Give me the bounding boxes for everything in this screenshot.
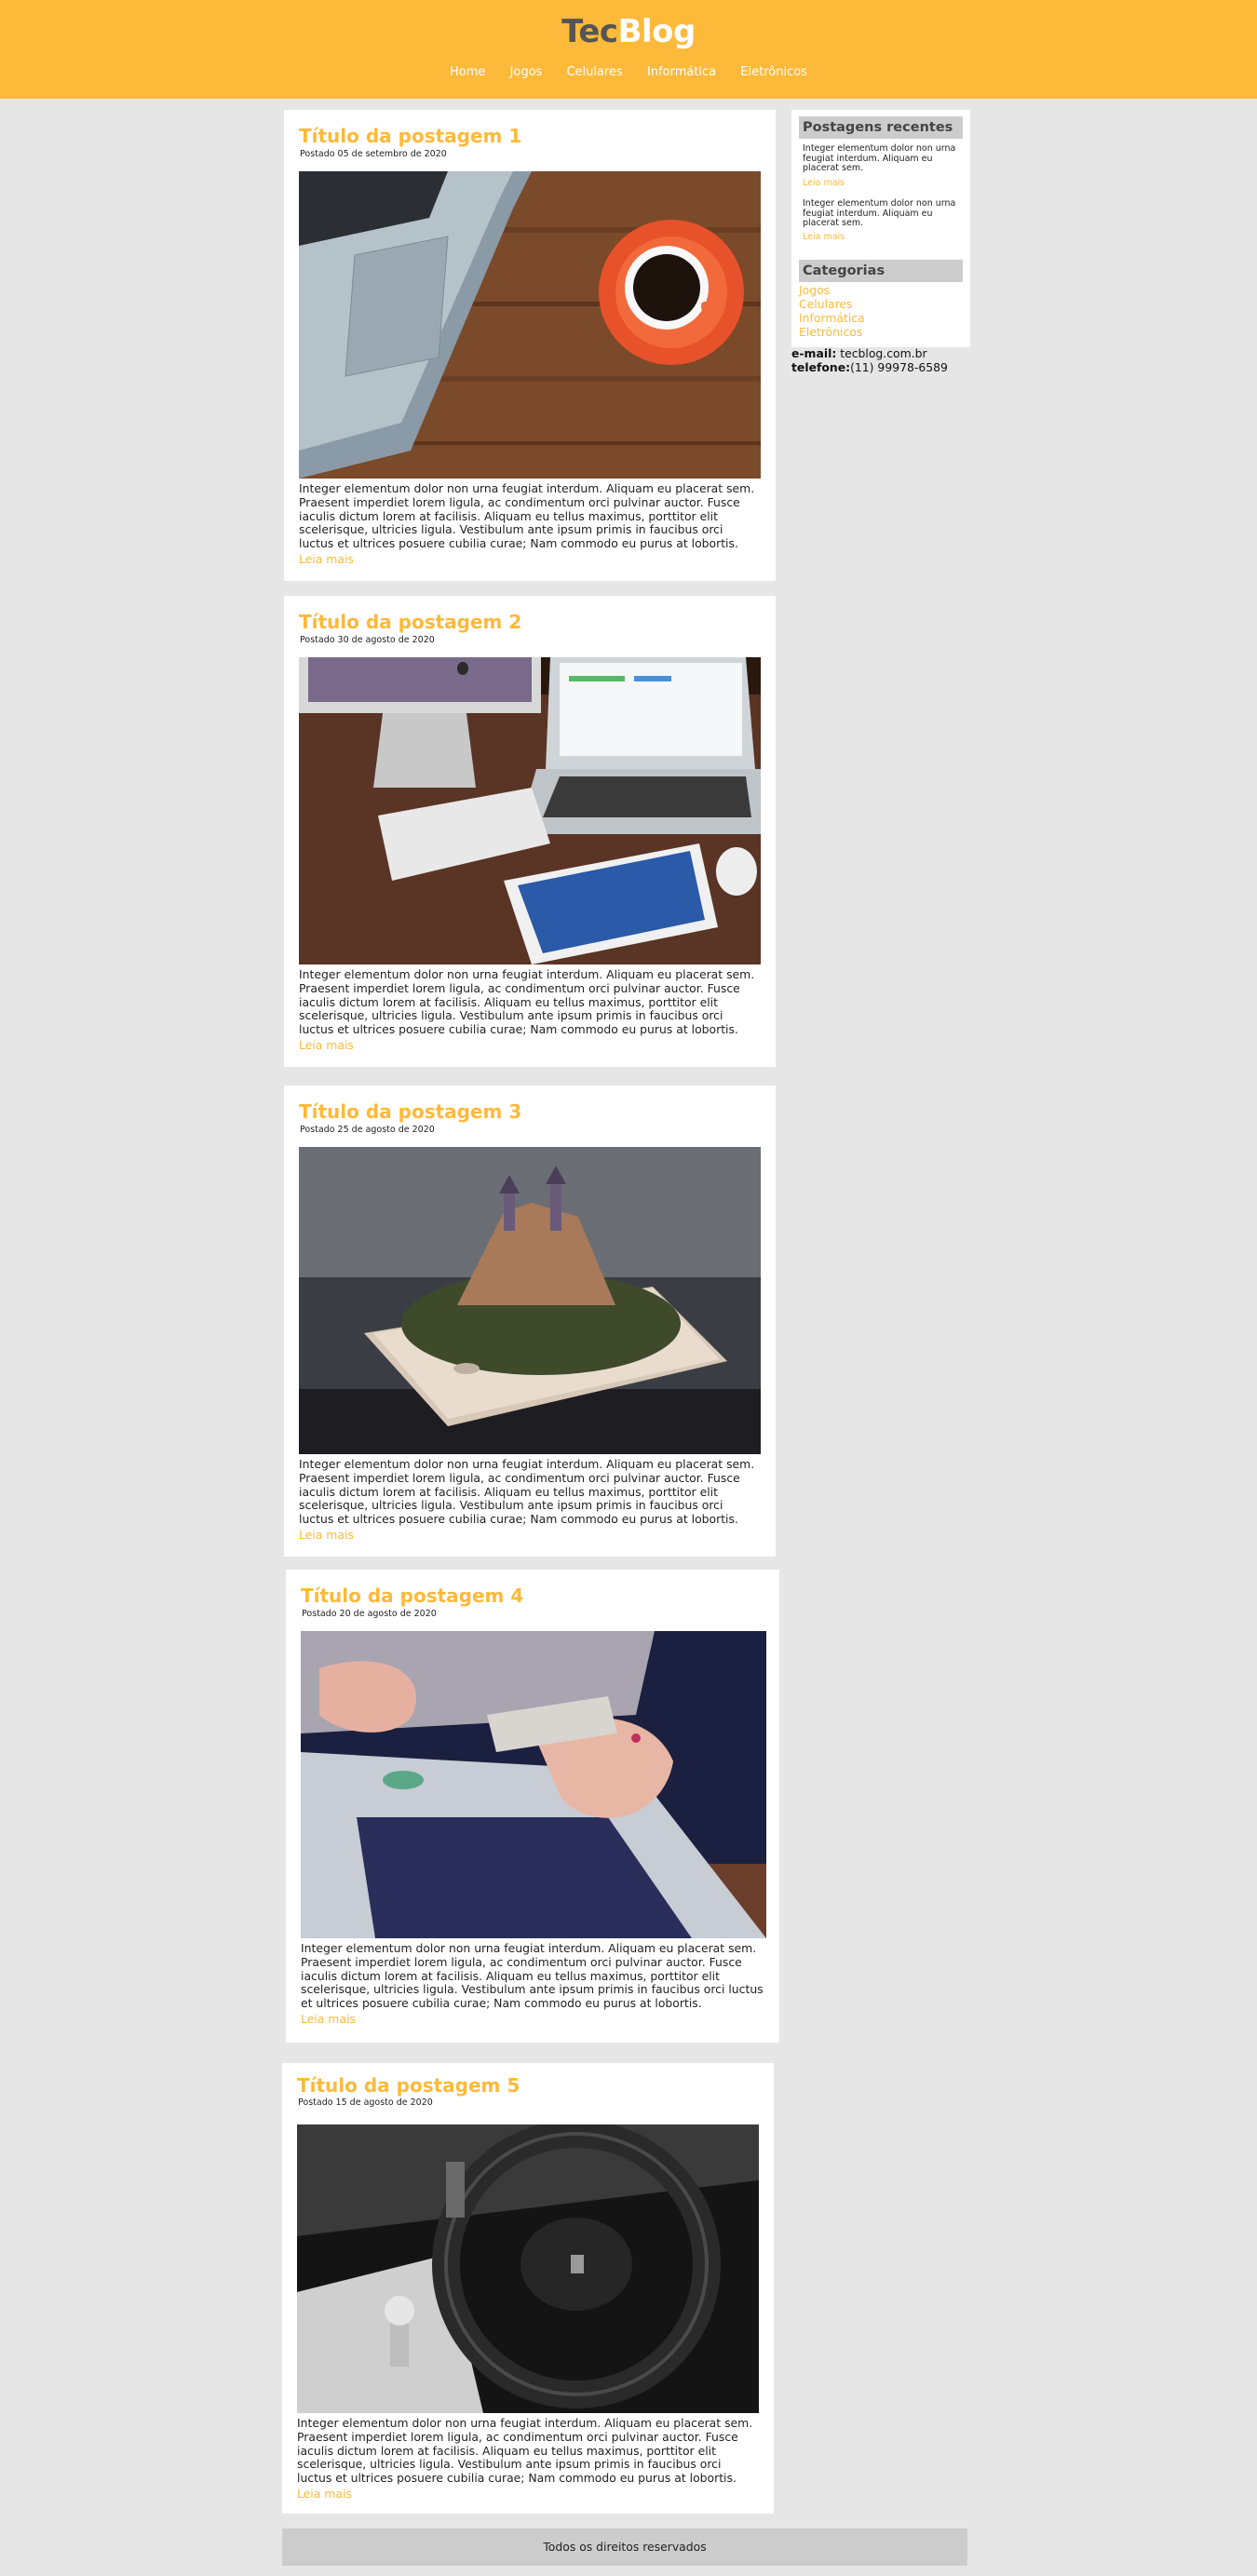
post-excerpt: Integer elementum dolor non urna feugiat…: [297, 2416, 753, 2486]
site-logo[interactable]: TecBlog: [0, 13, 1257, 50]
nav-eletronicos[interactable]: Eletrônicos: [740, 65, 807, 79]
site-header: TecBlog Home Jogos Celulares Informática…: [0, 0, 1257, 99]
post-date: Postado 05 de setembro de 2020: [300, 149, 447, 159]
post-title[interactable]: Título da postagem 1: [299, 125, 521, 147]
read-more-link[interactable]: Leia mais: [299, 552, 354, 566]
email-value: tecblog.com.br: [840, 346, 927, 360]
nav-home[interactable]: Home: [450, 65, 485, 79]
read-more-link[interactable]: Leia mais: [299, 1528, 354, 1542]
ferrari-steering-wheel-photo: [297, 2124, 759, 2413]
contact-email: e-mail: tecblog.com.br: [791, 346, 927, 360]
contact-phone: telefone:(11) 99978-6589: [791, 360, 948, 374]
post-title[interactable]: Título da postagem 4: [301, 1585, 523, 1607]
footer-text: Todos os direitos reservados: [543, 2540, 707, 2554]
post-date: Postado 25 de agosto de 2020: [300, 1125, 435, 1135]
post-card: Título da postagem 3 Postado 25 de agost…: [284, 1086, 776, 1557]
post-title[interactable]: Título da postagem 2: [299, 611, 521, 633]
categories-heading: Categorias: [799, 260, 963, 282]
post-card: Título da postagem 4 Integer elementum d…: [286, 1570, 779, 2043]
site-footer: Todos os direitos reservados: [282, 2529, 967, 2566]
post-card: Título da postagem 2 Postado 30 de agost…: [284, 596, 776, 1067]
post-card: Título da postagem 1 Postado 05 de setem…: [284, 110, 776, 581]
logo-blog: Blog: [617, 13, 696, 50]
recent-post-read-more[interactable]: Leia mais: [803, 178, 845, 188]
recent-posts-heading: Postagens recentes: [799, 116, 963, 139]
post-card: Título da postagem 5 Postado 15 de agost…: [282, 2063, 774, 2514]
category-eletronicos[interactable]: Eletrônicos: [799, 325, 862, 339]
post-title[interactable]: Título da postagem 3: [299, 1100, 521, 1123]
category-jogos[interactable]: Jogos: [799, 283, 830, 297]
logo-tec: Tec: [561, 13, 618, 50]
post-date: Postado 20 de agosto de 2020: [302, 1609, 437, 1619]
post-excerpt: Integer elementum dolor non urna feugiat…: [299, 1457, 755, 1527]
recent-post-excerpt: Integer elementum dolor non urna feugiat…: [803, 198, 956, 228]
post-title[interactable]: Título da postagem 5: [297, 2074, 520, 2097]
phone-label: telefone:: [791, 360, 851, 374]
sidebar: Postagens recentes Integer elementum dol…: [791, 110, 970, 347]
recent-post-excerpt: Integer elementum dolor non urna feugiat…: [803, 143, 956, 173]
post-date: Postado 15 de agosto de 2020: [298, 2097, 433, 2108]
post-excerpt: Integer elementum dolor non urna feugiat…: [301, 1941, 764, 2011]
email-label: e-mail:: [791, 346, 837, 360]
read-more-link[interactable]: Leia mais: [301, 2012, 356, 2026]
castle-on-smartphone-photo: [299, 1147, 761, 1454]
nav-informatica[interactable]: Informática: [647, 65, 716, 79]
post-excerpt: Integer elementum dolor non urna feugiat…: [299, 481, 755, 551]
nav-celulares[interactable]: Celulares: [566, 65, 622, 79]
category-celulares[interactable]: Celulares: [799, 297, 853, 311]
phone-value: (11) 99978-6589: [850, 360, 948, 374]
imac-macbook-ipad-desk-photo: [299, 657, 761, 964]
post-date: Postado 30 de agosto de 2020: [300, 635, 435, 645]
category-informatica[interactable]: Informática: [799, 311, 865, 325]
post-excerpt: Integer elementum dolor non urna feugiat…: [299, 967, 755, 1037]
read-more-link[interactable]: Leia mais: [297, 2487, 352, 2501]
nav-jogos[interactable]: Jogos: [510, 65, 543, 79]
recent-post-read-more[interactable]: Leia mais: [803, 232, 845, 242]
laptop-and-coffee-photo: [299, 171, 761, 479]
read-more-link[interactable]: Leia mais: [299, 1038, 354, 1052]
main-nav: Home Jogos Celulares Informática Eletrôn…: [0, 65, 1257, 79]
hands-phone-laptop-photo: [301, 1631, 766, 1938]
